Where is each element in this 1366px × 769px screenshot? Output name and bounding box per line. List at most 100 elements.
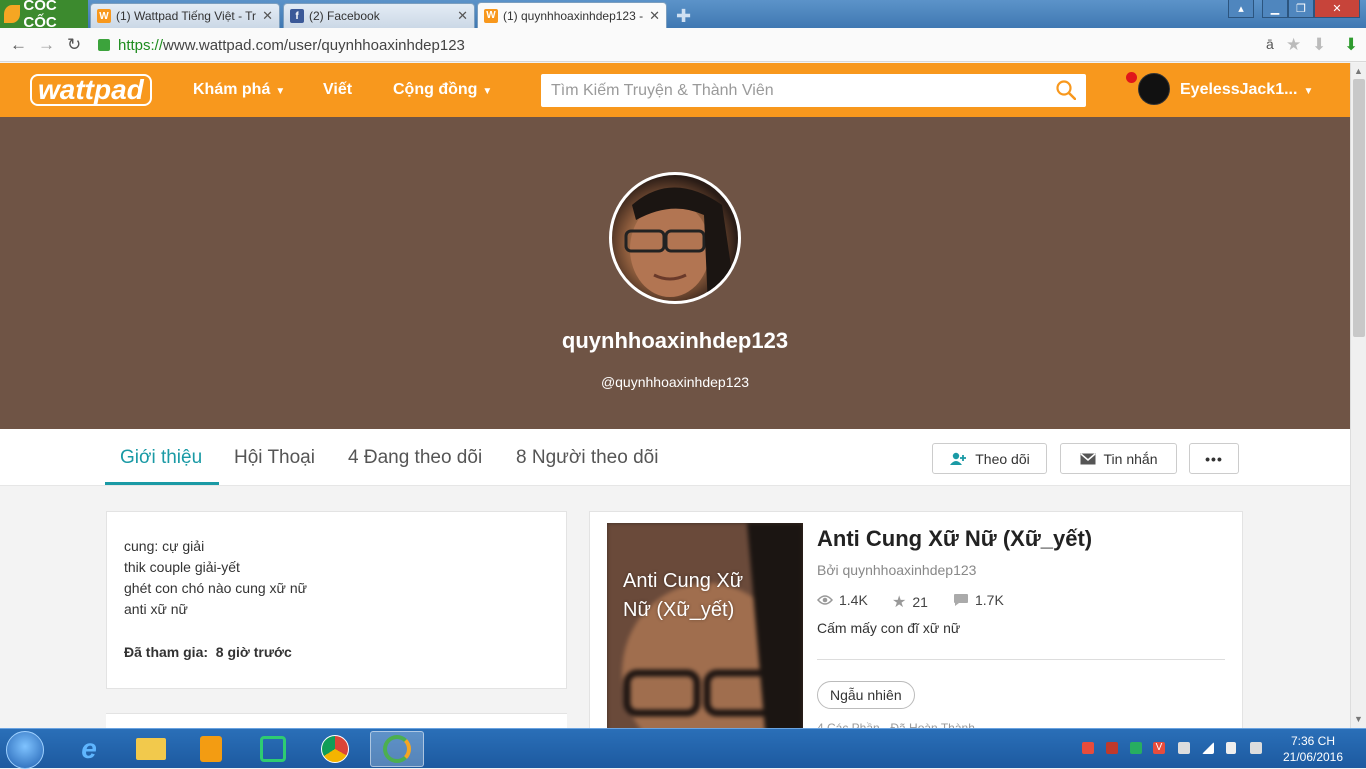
profile-tab-bar: Giới thiệu Hội Thoại 4 Đang theo dõi 8 N… xyxy=(0,429,1350,486)
tab-title: (1) quynhhoaxinhdep123 - xyxy=(503,8,644,23)
scroll-up-icon[interactable]: ▲ xyxy=(1354,66,1363,76)
message-button[interactable]: Tin nhắn xyxy=(1060,443,1177,474)
caret-down-icon: ▼ xyxy=(1303,86,1314,97)
close-tab-icon[interactable]: ✕ xyxy=(457,8,468,24)
follow-button[interactable]: Theo dõi xyxy=(932,443,1047,474)
tab-title: (2) Facebook xyxy=(309,9,380,23)
url-field[interactable]: https://www.wattpad.com/user/quynhhoaxin… xyxy=(98,33,1338,57)
downloads-icon[interactable]: ⬇ xyxy=(1344,35,1358,55)
comments-count: 1.7K xyxy=(975,592,1004,608)
joined-value: 8 giờ trước xyxy=(215,644,292,660)
forward-icon[interactable]: → xyxy=(38,35,55,55)
brand-label: CỐC CỐC xyxy=(23,0,57,31)
tab-title: (1) Wattpad Tiếng Việt - Tr xyxy=(116,9,257,23)
coccoc-logo-icon xyxy=(4,5,21,23)
story-card: Anti Cung Xữ Nữ (Xữ_yết) Anti Cung Xữ Nữ… xyxy=(589,511,1243,731)
eye-icon xyxy=(817,595,833,605)
network-app-icon[interactable] xyxy=(246,731,300,767)
story-title[interactable]: Anti Cung Xữ Nữ (Xữ_yết) xyxy=(817,526,1092,552)
search-icon[interactable] xyxy=(1056,80,1076,100)
tab-following[interactable]: 4 Đang theo dõi xyxy=(348,447,482,469)
maximize-icon[interactable]: ❐ xyxy=(1288,0,1314,18)
search-box xyxy=(541,74,1086,107)
wattpad-favicon-icon: W xyxy=(97,9,111,23)
wattpad-favicon-icon: W xyxy=(484,8,498,23)
v-app-icon[interactable]: V xyxy=(1153,742,1165,754)
download-page-icon[interactable]: ⬇ xyxy=(1312,35,1326,55)
reads-stat: 1.4K xyxy=(817,592,868,608)
nav-explore[interactable]: Khám phá ▼ xyxy=(193,81,285,99)
browser-tab-facebook[interactable]: f (2) Facebook ✕ xyxy=(283,3,475,28)
scroll-down-icon[interactable]: ▼ xyxy=(1354,714,1363,724)
divider xyxy=(817,659,1225,660)
page-scrollbar[interactable]: ▲ ▼ xyxy=(1350,63,1366,728)
cover-title: Anti Cung Xữ Nữ (Xữ_yết) xyxy=(623,567,743,625)
close-window-icon[interactable]: ✕ xyxy=(1314,0,1360,18)
story-tag[interactable]: Ngẫu nhiên xyxy=(817,681,915,709)
windows-taskbar: e V 7:36 CH 21/06/2016 xyxy=(0,728,1366,769)
joined-info: Đã tham gia: 8 giờ trước xyxy=(124,644,292,660)
wattpad-logo[interactable]: wattpad xyxy=(30,74,152,106)
url-text: www.wattpad.com/user/quynhhoaxinhdep123 xyxy=(163,36,465,54)
comments-stat: 1.7K xyxy=(953,592,1004,608)
add-user-icon xyxy=(950,452,967,465)
scrollbar-thumb[interactable] xyxy=(1353,79,1365,337)
volume-icon[interactable] xyxy=(1226,742,1236,754)
tab-about[interactable]: Giới thiệu xyxy=(120,447,202,469)
notification-dot[interactable] xyxy=(1126,72,1137,83)
close-tab-icon[interactable]: ✕ xyxy=(649,8,660,24)
user-avatar[interactable] xyxy=(1138,73,1170,105)
story-cover[interactable]: Anti Cung Xữ Nữ (Xữ_yết) xyxy=(607,523,803,730)
internet-explorer-icon[interactable]: e xyxy=(62,731,116,767)
start-button[interactable] xyxy=(6,731,44,769)
translate-icon[interactable]: ā xyxy=(1266,36,1274,52)
story-author[interactable]: Bởi quynhhoaxinhdep123 xyxy=(817,562,976,578)
sync-icon[interactable] xyxy=(1130,742,1142,754)
browser-tab-profile[interactable]: W (1) quynhhoaxinhdep123 - ✕ xyxy=(477,2,667,28)
story-description: Cấm mấy con đĩ xữ nữ xyxy=(817,620,961,636)
browser-tab-wattpad[interactable]: W (1) Wattpad Tiếng Việt - Tr ✕ xyxy=(90,3,280,28)
nav-write[interactable]: Viết xyxy=(323,81,352,99)
signal-icon[interactable] xyxy=(1202,742,1214,754)
back-icon[interactable]: ← xyxy=(10,35,27,55)
tab-followers[interactable]: 8 Người theo dõi xyxy=(516,447,658,469)
clock-time: 7:36 CH xyxy=(1290,734,1336,748)
coccoc-taskbar-icon[interactable] xyxy=(370,731,424,767)
about-line: thik couple giải-yết xyxy=(124,559,240,575)
media-player-icon[interactable] xyxy=(184,731,238,767)
bookmark-star-icon[interactable]: ★ xyxy=(1286,35,1301,55)
user-menu[interactable]: EyelessJack1... ▼ xyxy=(1180,81,1313,99)
avatar-photo xyxy=(624,187,737,301)
clock-date: 21/06/2016 xyxy=(1282,750,1344,764)
votes-stat: ★ 21 xyxy=(892,592,928,612)
cover-title-line: Anti Cung Xữ xyxy=(623,570,744,592)
shield-icon[interactable] xyxy=(1082,742,1094,754)
nav-community[interactable]: Cộng đồng ▼ xyxy=(393,81,492,99)
message-label: Tin nhắn xyxy=(1103,450,1158,467)
system-clock[interactable]: 7:36 CH 21/06/2016 xyxy=(1278,733,1348,765)
chrome-icon[interactable] xyxy=(308,731,362,767)
url-scheme: https:// xyxy=(118,36,164,54)
antivirus-icon[interactable] xyxy=(1106,742,1118,754)
coccoc-menu-button[interactable]: CỐC CỐC xyxy=(0,0,88,31)
search-input[interactable] xyxy=(551,81,1031,100)
more-options-button[interactable]: ••• xyxy=(1189,443,1239,474)
about-line: anti xữ nữ xyxy=(124,601,188,617)
minimize-icon[interactable]: ▁ xyxy=(1262,0,1288,18)
user-menu-icon[interactable]: ▴ xyxy=(1228,0,1254,18)
secure-lock-icon xyxy=(98,39,110,51)
follow-label: Theo dõi xyxy=(975,450,1030,467)
wattpad-header: wattpad Khám phá ▼ Viết Cộng đồng ▼ Eyeles… xyxy=(0,63,1350,117)
file-explorer-icon[interactable] xyxy=(124,731,178,767)
nav-explore-label: Khám phá xyxy=(193,81,271,98)
profile-banner: quynhhoaxinhdep123 @quynhhoaxinhdep123 xyxy=(0,117,1350,429)
tab-conversations[interactable]: Hội Thoại xyxy=(234,447,315,469)
close-tab-icon[interactable]: ✕ xyxy=(262,8,273,24)
new-tab-icon[interactable]: ✚ xyxy=(676,6,691,27)
device-icon[interactable] xyxy=(1178,742,1190,754)
cover-photo xyxy=(607,523,803,730)
action-center-icon[interactable] xyxy=(1250,742,1262,754)
reload-icon[interactable]: ↻ xyxy=(67,35,81,55)
star-icon: ★ xyxy=(892,594,907,611)
comment-icon xyxy=(954,594,968,606)
